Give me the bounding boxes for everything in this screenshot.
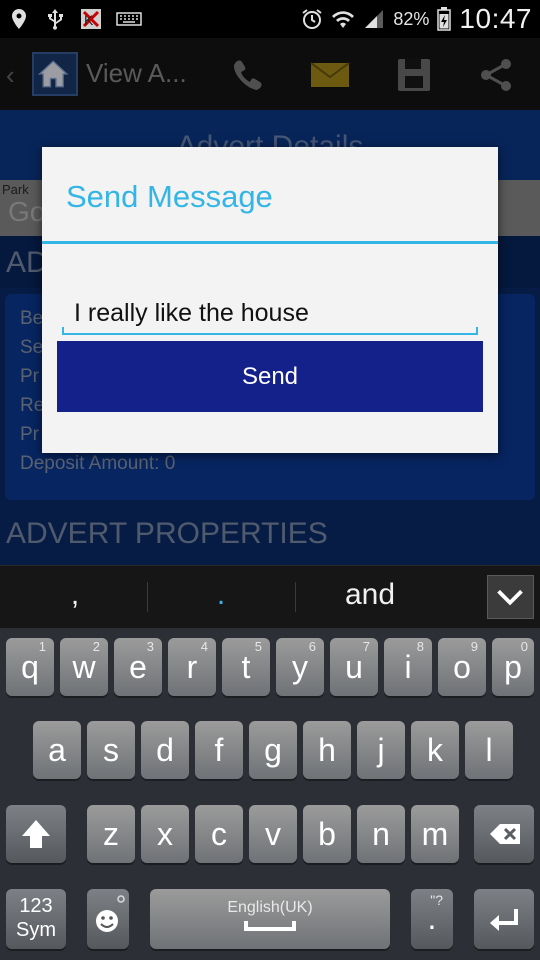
key-x[interactable]: x <box>141 805 189 863</box>
key-p[interactable]: p0 <box>492 638 534 696</box>
message-input[interactable] <box>62 289 478 337</box>
suggestion-item[interactable]: . <box>186 578 256 612</box>
key-i[interactable]: i8 <box>384 638 432 696</box>
symbols-key[interactable]: 123 Sym <box>6 889 66 949</box>
key-a[interactable]: a <box>33 721 81 779</box>
status-bar: K 82% 10:47 <box>0 0 540 38</box>
wifi-icon <box>332 11 355 28</box>
key-s[interactable]: s <box>87 721 135 779</box>
key-g[interactable]: g <box>249 721 297 779</box>
enter-icon <box>490 909 518 931</box>
divider <box>295 582 296 612</box>
shift-icon <box>22 820 50 848</box>
key-u[interactable]: u7 <box>330 638 378 696</box>
key-y[interactable]: y6 <box>276 638 324 696</box>
key-r[interactable]: r4 <box>168 638 216 696</box>
status-right-icons: 82% 10:47 <box>301 3 532 34</box>
key-b[interactable]: b <box>303 805 351 863</box>
key-l[interactable]: l <box>465 721 513 779</box>
dialog-divider <box>42 241 498 244</box>
battery-percent: 82% <box>393 8 430 29</box>
key-q[interactable]: q1 <box>6 638 54 696</box>
battery-icon <box>437 7 452 31</box>
symbols-key-label: Sym <box>16 919 56 941</box>
key-f[interactable]: f <box>195 721 243 779</box>
clock: 10:47 <box>459 3 532 34</box>
backspace-key[interactable] <box>474 805 534 863</box>
shift-key[interactable] <box>6 805 66 863</box>
alarm-icon <box>302 9 322 29</box>
input-underline <box>62 327 64 335</box>
svg-text:K: K <box>84 12 94 28</box>
status-left-icons: K <box>8 4 142 34</box>
signal-icon <box>365 10 384 28</box>
suggestion-bar: , . and <box>0 565 540 628</box>
key-t[interactable]: t5 <box>222 638 270 696</box>
keyboard-icon <box>116 12 142 26</box>
divider <box>147 582 148 612</box>
key-d[interactable]: d <box>141 721 189 779</box>
key-j[interactable]: j <box>357 721 405 779</box>
send-button[interactable]: Send <box>57 341 483 412</box>
send-message-dialog: Send Message Send <box>42 147 498 453</box>
suggestion-item[interactable]: , <box>40 578 110 612</box>
usb-icon <box>48 9 63 30</box>
dialog-title: Send Message <box>66 179 273 214</box>
key-z[interactable]: z <box>87 805 135 863</box>
symbols-key-label: 123 <box>19 895 53 917</box>
key-w[interactable]: w2 <box>60 638 108 696</box>
key-c[interactable]: c <box>195 805 243 863</box>
input-underline <box>476 327 478 335</box>
kaspersky-icon: K <box>81 9 101 29</box>
chevron-down-icon <box>497 589 523 606</box>
period-key[interactable]: "? . <box>411 889 453 949</box>
enter-key[interactable] <box>474 889 534 949</box>
collapse-suggestions-button[interactable] <box>487 575 534 619</box>
suggestion-item[interactable]: and <box>320 578 420 612</box>
soft-keyboard: q1 w2 e3 r4 t5 y6 u7 i8 o9 p0 a s d f g … <box>0 628 540 960</box>
key-e[interactable]: e3 <box>114 638 162 696</box>
emoji-icon <box>96 895 125 932</box>
key-v[interactable]: v <box>249 805 297 863</box>
location-icon <box>12 9 26 29</box>
backspace-icon <box>490 824 520 844</box>
input-underline <box>62 333 478 335</box>
key-n[interactable]: n <box>357 805 405 863</box>
emoji-key[interactable] <box>87 889 129 949</box>
spacebar-icon <box>244 921 296 931</box>
key-o[interactable]: o9 <box>438 638 486 696</box>
key-k[interactable]: k <box>411 721 459 779</box>
key-m[interactable]: m <box>411 805 459 863</box>
space-key[interactable]: English(UK) <box>150 889 390 949</box>
key-h[interactable]: h <box>303 721 351 779</box>
